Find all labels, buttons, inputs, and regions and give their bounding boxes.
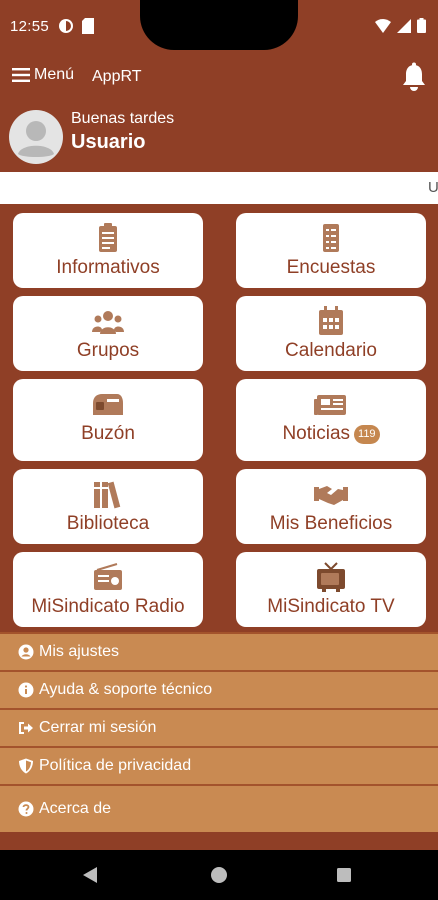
tile-label: MiSindicato Radio — [31, 596, 185, 617]
tile-label: Informativos — [56, 257, 160, 278]
menu-button[interactable]: Menú — [12, 66, 74, 84]
app-screen: 12:55 Menú AppRT Buenas tardes Usuario U… — [0, 0, 438, 900]
bell-icon[interactable] — [400, 62, 428, 92]
tile-misindicato-tv[interactable]: MiSindicato TV — [236, 552, 426, 627]
menu-label: Menú — [34, 66, 75, 83]
tile-label: Biblioteca — [66, 513, 150, 534]
list-icon — [323, 224, 339, 252]
menu-item-mis-ajustes[interactable]: Mis ajustes — [0, 632, 438, 670]
mailbox-icon — [93, 394, 123, 415]
status-time: 12:55 — [10, 18, 50, 35]
camera-notch — [140, 0, 298, 50]
tile-buzon[interactable]: Buzón — [13, 379, 203, 461]
tile-label: Mis Beneficios — [269, 513, 393, 534]
menu-item-label: Política de privacidad — [39, 757, 192, 774]
battery-icon — [417, 18, 426, 33]
tile-calendario[interactable]: Calendario — [236, 296, 426, 371]
ticker-text: U — [428, 179, 438, 196]
noticias-label: Noticias — [282, 423, 351, 444]
question-icon — [18, 801, 34, 817]
tile-misindicato-radio[interactable]: MiSindicato Radio — [13, 552, 203, 627]
tile-biblioteca[interactable]: Biblioteca — [13, 469, 203, 544]
tile-label: Calendario — [285, 340, 377, 361]
menu-item-acerca-de[interactable]: Acerca de — [0, 784, 438, 832]
users-icon — [92, 311, 124, 334]
recent-apps-icon[interactable] — [336, 867, 352, 883]
menu-item-politica-privacidad[interactable]: Política de privacidad — [0, 746, 438, 784]
avatar[interactable] — [9, 110, 63, 164]
menu-item-label: Acerca de — [39, 800, 112, 817]
system-nav-bar — [0, 850, 438, 900]
news-count-badge: 119 — [354, 425, 380, 444]
tile-label: Grupos — [76, 340, 140, 361]
wifi-icon — [375, 18, 391, 33]
hamburger-icon — [12, 68, 30, 82]
tile-mis-beneficios[interactable]: Mis Beneficios — [236, 469, 426, 544]
newspaper-icon — [314, 395, 346, 415]
info-icon — [18, 682, 34, 698]
menu-item-label: Cerrar mi sesión — [39, 719, 157, 736]
tile-label: Buzón — [81, 423, 135, 444]
menu-item-cerrar-sesion[interactable]: Cerrar mi sesión — [0, 708, 438, 746]
menu-item-label: Mis ajustes — [39, 643, 120, 660]
greeting-text: Buenas tardes — [71, 110, 175, 127]
user-silhouette-icon — [18, 121, 54, 157]
books-icon — [94, 481, 121, 509]
tile-encuestas[interactable]: Encuestas — [236, 213, 426, 288]
calendar-icon — [319, 306, 343, 335]
home-icon[interactable] — [210, 866, 228, 884]
radio-icon — [94, 563, 122, 590]
clipboard-icon — [99, 223, 117, 252]
shield-icon — [19, 758, 33, 774]
bottom-menu: Mis ajustes Ayuda & soporte técnico Cerr… — [0, 632, 438, 850]
app-bar: Menú AppRT — [0, 52, 438, 104]
tv-icon — [317, 562, 345, 592]
tile-label: Noticias 119 — [236, 423, 426, 445]
news-ticker[interactable]: U — [0, 172, 438, 204]
cell-signal-icon — [397, 18, 411, 33]
footer-strip — [0, 832, 438, 850]
user-circle-icon — [18, 644, 34, 660]
menu-item-ayuda[interactable]: Ayuda & soporte técnico — [0, 670, 438, 708]
app-title: AppRT — [92, 68, 142, 85]
back-icon[interactable] — [82, 866, 98, 884]
tile-noticias[interactable]: Noticias 119 — [236, 379, 426, 461]
handshake-icon — [314, 486, 348, 505]
user-header: Buenas tardes Usuario — [0, 104, 438, 170]
tile-grupos[interactable]: Grupos — [13, 296, 203, 371]
tile-informativos[interactable]: Informativos — [13, 213, 203, 288]
menu-item-label: Ayuda & soporte técnico — [39, 681, 213, 698]
sd-card-icon — [82, 18, 94, 34]
tile-label: Encuestas — [286, 257, 376, 278]
app-notification-icon — [59, 19, 73, 33]
sign-out-icon — [19, 722, 33, 734]
user-name: Usuario — [71, 131, 146, 153]
tile-label: MiSindicato TV — [267, 596, 395, 617]
status-bar: 12:55 — [0, 0, 438, 52]
